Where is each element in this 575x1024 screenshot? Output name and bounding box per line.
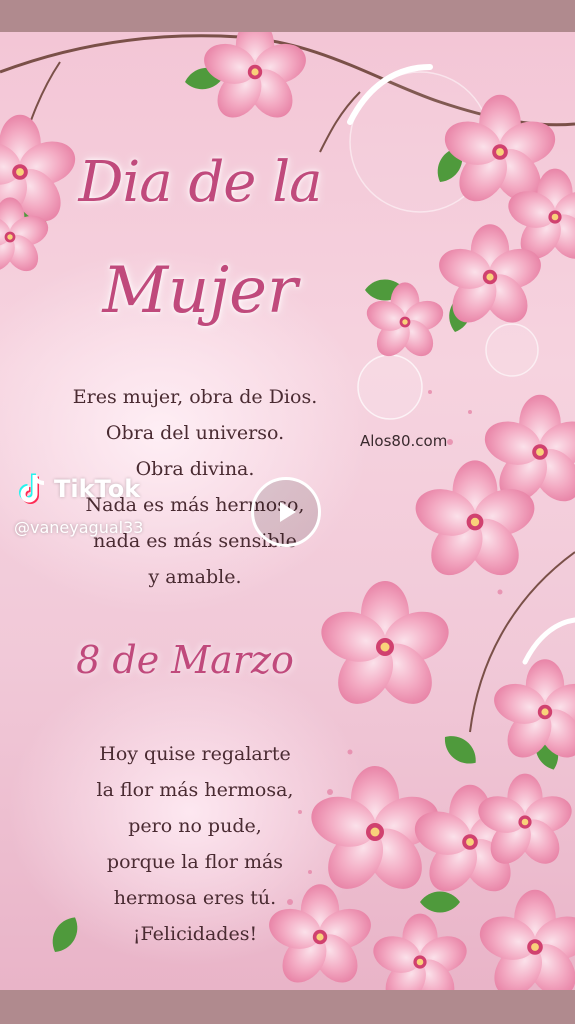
closing-line: la flor más hermosa,	[96, 779, 294, 801]
date-heading: 8 de Marzo	[76, 638, 294, 682]
tiktok-logo-icon	[19, 473, 45, 504]
username-label: @vaneyagual33	[14, 518, 144, 537]
closing-verse: Hoy quise regalarte la flor más hermosa,…	[40, 736, 350, 952]
card-title-line2: Mujer	[102, 254, 298, 328]
play-button[interactable]	[251, 477, 321, 547]
closing-line: porque la flor más	[106, 851, 284, 873]
poem-line: Eres mujer, obra de Dios.	[72, 386, 318, 408]
closing-line: hermosa eres tú.	[113, 887, 277, 909]
closing-line: Hoy quise regalarte	[99, 743, 291, 765]
card-title-line1: Dia de la	[78, 150, 322, 215]
tiktok-watermark: TikTok	[18, 473, 140, 505]
poem-line: y amable.	[148, 566, 242, 588]
closing-line: ¡Felicidades!	[132, 923, 258, 945]
play-icon	[280, 502, 296, 522]
tiktok-brand-label: TikTok	[54, 475, 141, 503]
closing-line: pero no pude,	[128, 815, 262, 837]
site-watermark: Alos80.com	[360, 432, 448, 450]
poem-line: Obra del universo.	[105, 422, 285, 444]
